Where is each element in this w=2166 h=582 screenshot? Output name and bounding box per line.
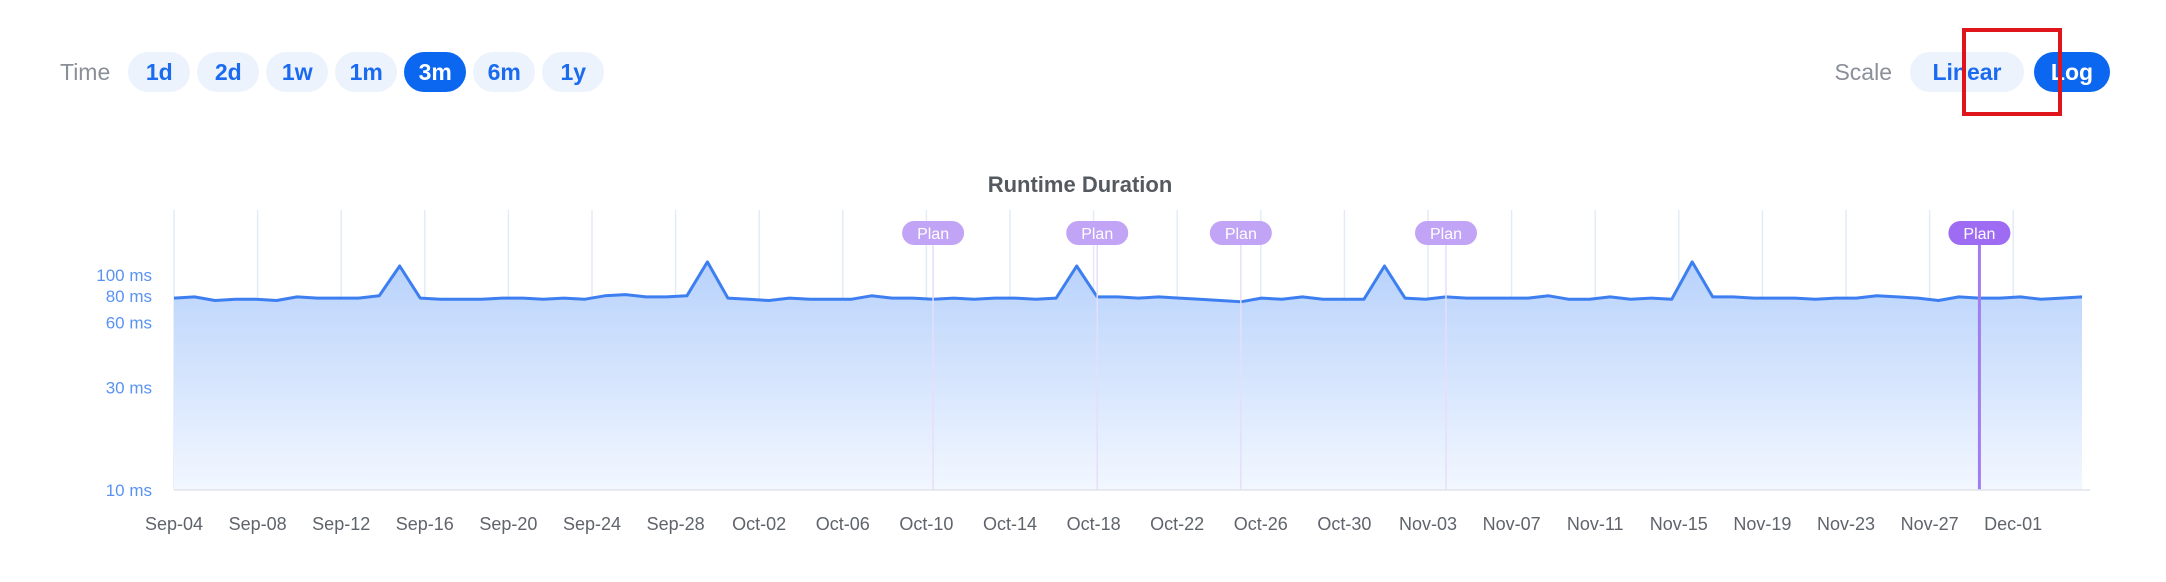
plan-marker-label: Plan <box>1430 226 1462 243</box>
x-tick-label: Sep-28 <box>647 514 705 534</box>
highlight-box <box>1962 28 2062 116</box>
time-option-1w[interactable]: 1w <box>266 52 329 92</box>
x-tick-label: Oct-26 <box>1234 514 1288 534</box>
chart-svg: Runtime Duration Plan Plan Plan Plan Plan 10… <box>96 172 2090 534</box>
x-tick-label: Oct-06 <box>816 514 870 534</box>
x-tick-label: Oct-02 <box>732 514 786 534</box>
y-tick-label: 10 ms <box>106 481 152 500</box>
y-tick-label: 80 ms <box>106 287 152 306</box>
x-tick-label: Sep-12 <box>312 514 370 534</box>
x-tick-label: Dec-01 <box>1984 514 2042 534</box>
scale-label: Scale <box>1834 58 1892 85</box>
x-tick-label: Oct-14 <box>983 514 1037 534</box>
plan-marker-label: Plan <box>1081 226 1113 243</box>
y-tick-label: 30 ms <box>106 378 152 397</box>
plan-marker-label: Plan <box>917 226 949 243</box>
time-option-2d[interactable]: 2d <box>197 52 260 92</box>
time-label: Time <box>60 58 111 85</box>
page: Time 1d 2d 1w 1m 3m 6m 1y Scale Linear L… <box>0 0 2166 582</box>
chart-title: Runtime Duration <box>988 172 1173 197</box>
time-option-6m[interactable]: 6m <box>473 52 536 92</box>
y-axis: 10 ms 30 ms 60 ms 80 ms 100 ms <box>96 266 152 500</box>
x-tick-label: Nov-19 <box>1733 514 1791 534</box>
x-tick-label: Sep-04 <box>145 514 203 534</box>
x-tick-label: Oct-10 <box>899 514 953 534</box>
runtime-duration-chart: Runtime Duration Plan Plan Plan Plan Plan 10… <box>0 160 2166 550</box>
x-tick-label: Sep-24 <box>563 514 621 534</box>
y-tick-label: 60 ms <box>106 314 152 333</box>
x-tick-label: Nov-07 <box>1483 514 1541 534</box>
x-tick-label: Oct-18 <box>1067 514 1121 534</box>
x-tick-label: Oct-22 <box>1150 514 1204 534</box>
x-tick-label: Nov-03 <box>1399 514 1457 534</box>
time-option-3m[interactable]: 3m <box>404 52 467 92</box>
x-tick-label: Sep-20 <box>479 514 537 534</box>
plan-marker-label: Plan <box>1225 226 1257 243</box>
x-tick-label: Sep-08 <box>229 514 287 534</box>
x-tick-label: Sep-16 <box>396 514 454 534</box>
x-tick-label: Nov-27 <box>1901 514 1959 534</box>
time-option-1d[interactable]: 1d <box>128 52 191 92</box>
time-option-1m[interactable]: 1m <box>335 52 398 92</box>
time-option-1y[interactable]: 1y <box>542 52 605 92</box>
x-axis: Sep-04 Sep-08 Sep-12 Sep-16 Sep-20 Sep-24 Sep-… <box>145 489 2090 534</box>
plan-marker-label: Plan <box>1963 226 1995 243</box>
x-tick-label: Nov-11 <box>1567 514 1624 534</box>
area-series <box>173 260 2083 490</box>
toolbar: Time 1d 2d 1w 1m 3m 6m 1y Scale Linear L… <box>0 28 2166 116</box>
x-tick-label: Oct-30 <box>1317 514 1371 534</box>
scale-selector: Scale Linear Log <box>1834 28 2110 116</box>
time-range-selector: Time 1d 2d 1w 1m 3m 6m 1y <box>60 50 611 94</box>
x-tick-label: Nov-23 <box>1817 514 1875 534</box>
y-tick-label: 100 ms <box>96 266 152 285</box>
x-tick-label: Nov-15 <box>1650 514 1708 534</box>
series-line <box>173 260 2083 304</box>
